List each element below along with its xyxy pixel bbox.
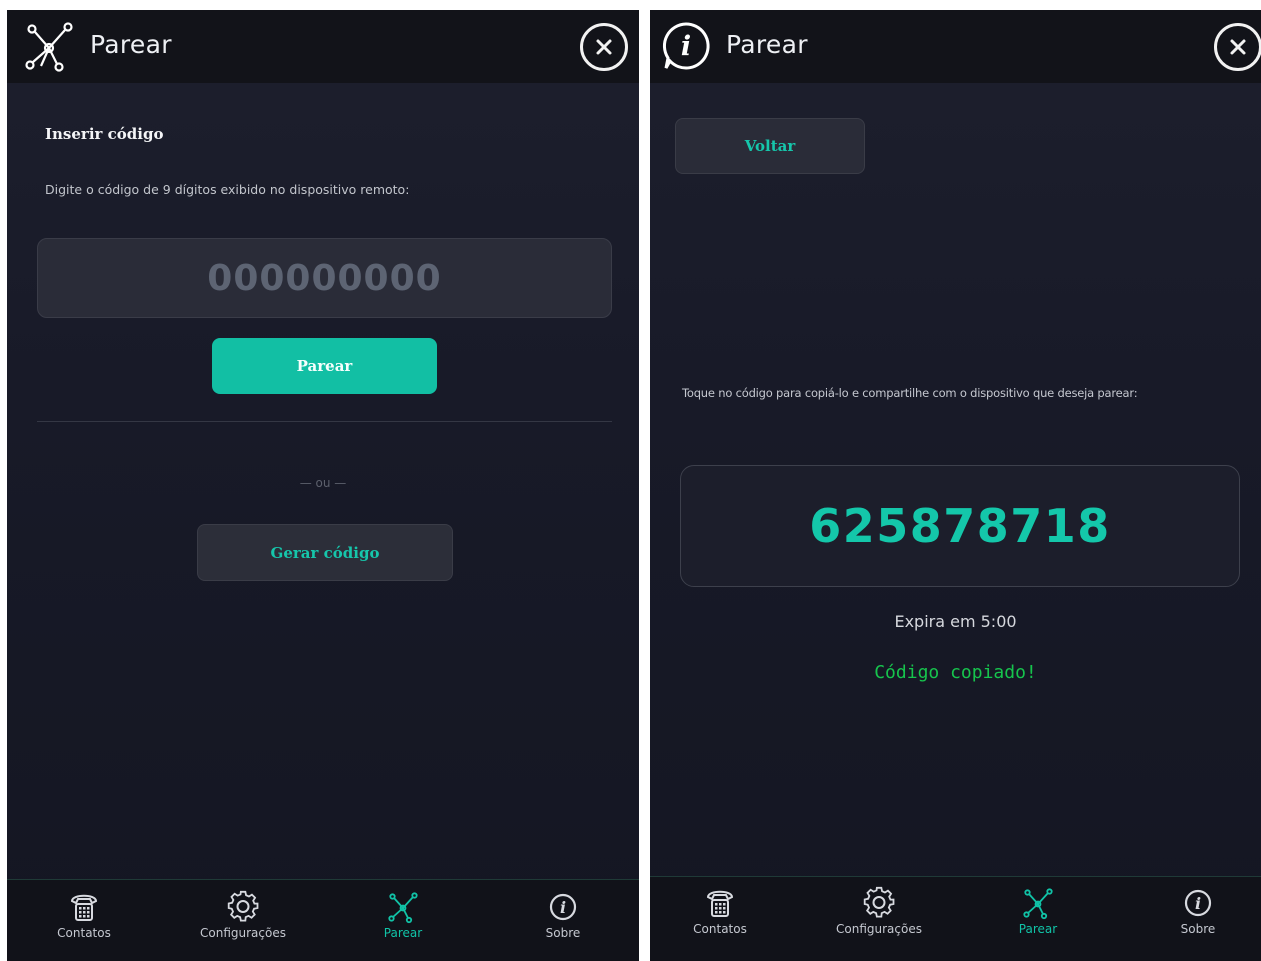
close-icon <box>1230 39 1246 55</box>
network-icon <box>388 892 418 924</box>
nav-item-parear[interactable]: Parear <box>978 886 1098 950</box>
nav-label: Configurações <box>200 926 286 940</box>
nav-item-sobre[interactable]: i Sobre <box>1138 886 1258 950</box>
nav-item-configuracoes[interactable]: Configurações <box>819 886 939 950</box>
nav-label: Sobre <box>1180 922 1216 936</box>
svg-text:i: i <box>560 898 566 917</box>
nav-label: Parear <box>1018 922 1058 936</box>
svg-text:i: i <box>681 31 691 62</box>
info-icon: i <box>662 22 710 70</box>
page-title: Parear <box>90 30 172 59</box>
nav-label: Contatos <box>693 922 747 936</box>
instruction-text: Toque no código para copiá-lo e comparti… <box>682 386 1138 400</box>
expiry-text: Expira em 5:00 <box>894 612 1017 631</box>
generated-code[interactable]: 625878718 <box>809 499 1111 553</box>
bottom-nav: Contatos Configurações Parear i Sobre <box>7 879 639 961</box>
nav-label: Contatos <box>57 926 111 940</box>
nav-label: Sobre <box>545 926 581 940</box>
nav-item-parear[interactable]: Parear <box>343 890 463 954</box>
info-icon: i <box>1184 889 1212 917</box>
nav-item-sobre[interactable]: i Sobre <box>503 890 623 954</box>
bottom-nav: Contatos Configurações Parear i Sobre <box>650 876 1261 961</box>
generate-code-button[interactable]: Gerar código <box>197 524 453 581</box>
back-button[interactable]: Voltar <box>675 118 865 174</box>
gear-icon <box>227 890 259 922</box>
gear-icon <box>863 886 895 918</box>
phone-icon <box>70 894 98 921</box>
network-icon <box>25 22 73 72</box>
header: Parear <box>7 10 639 83</box>
copied-message: Código copiado! <box>874 662 1037 683</box>
page-title: Parear <box>726 30 808 59</box>
nav-item-configuracoes[interactable]: Configurações <box>183 890 303 954</box>
close-button[interactable] <box>580 23 628 71</box>
phone-icon <box>706 890 734 917</box>
pair-generated-code-screen: i Parear Voltar Toque no código para cop… <box>650 10 1261 961</box>
nav-label: Parear <box>383 926 423 940</box>
pair-button[interactable]: Parear <box>212 338 437 394</box>
section-title: Inserir código <box>45 125 164 143</box>
code-input[interactable] <box>37 238 612 318</box>
instruction-text: Digite o código de 9 dígitos exibido no … <box>45 182 410 197</box>
pair-enter-code-screen: Parear Inserir código Digite o código de… <box>7 10 639 961</box>
close-button[interactable] <box>1214 23 1261 71</box>
info-icon: i <box>549 893 577 921</box>
close-icon <box>596 39 612 55</box>
generated-code-box[interactable]: 625878718 <box>680 465 1240 587</box>
nav-item-contatos[interactable]: Contatos <box>24 890 144 954</box>
network-icon <box>1023 888 1053 920</box>
header: i Parear <box>650 10 1261 83</box>
or-separator: — ou — <box>299 476 347 490</box>
nav-item-contatos[interactable]: Contatos <box>660 886 780 950</box>
divider <box>37 421 612 422</box>
svg-text:i: i <box>1195 894 1201 913</box>
nav-label: Configurações <box>836 922 922 936</box>
